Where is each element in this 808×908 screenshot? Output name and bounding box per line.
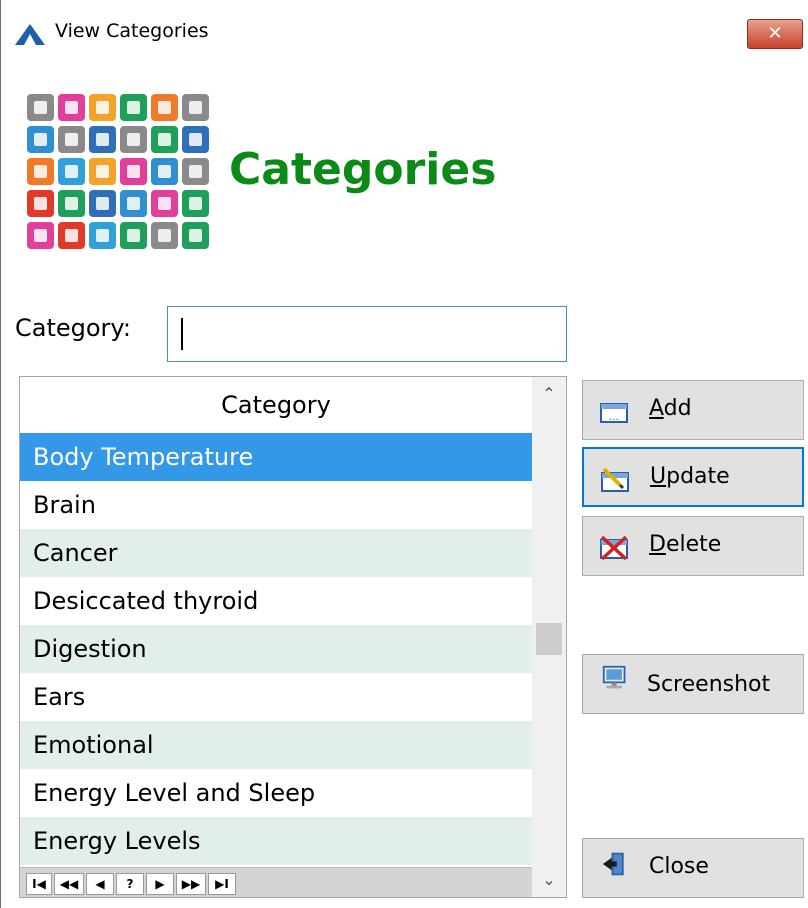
table-row[interactable]: Desiccated thyroid — [20, 577, 532, 625]
nav-help-button[interactable]: ? — [116, 873, 144, 895]
category-tile-glyph — [127, 133, 140, 146]
category-tile-glyph — [65, 229, 78, 242]
nav-prev-button[interactable]: ◀ — [86, 873, 114, 895]
category-input[interactable] — [167, 306, 567, 362]
category-tile-glyph — [65, 101, 78, 114]
nav-next-button[interactable]: ▶ — [146, 873, 174, 895]
column-header-category[interactable]: Category — [20, 377, 532, 431]
screenshot-button[interactable]: Screenshot — [582, 654, 804, 714]
category-tile-glyph — [34, 101, 47, 114]
category-tile-glyph — [189, 197, 202, 210]
category-tile-glyph — [96, 165, 109, 178]
record-navigator: I◀ ◀◀ ◀ ? ▶ ▶▶ ▶I — [20, 867, 532, 897]
category-tile-glyph — [65, 133, 78, 146]
category-tile-glyph — [189, 229, 202, 242]
app-logo-icon — [15, 24, 45, 45]
close-icon[interactable]: ✕ — [767, 23, 782, 44]
category-tile-glyph — [158, 165, 171, 178]
category-tile-glyph — [65, 197, 78, 210]
category-tile-glyph — [189, 165, 202, 178]
nav-next-page-button[interactable]: ▶▶ — [176, 873, 206, 895]
table-row[interactable]: Energy Level and Sleep — [20, 769, 532, 817]
add-button-label: Add — [649, 396, 692, 421]
category-tile-glyph — [158, 133, 171, 146]
close-button[interactable]: Close — [582, 838, 804, 898]
category-label: Category: — [15, 314, 131, 342]
delete-button[interactable]: Delete — [582, 516, 804, 576]
nav-prev-page-button[interactable]: ◀◀ — [54, 873, 84, 895]
category-tile-glyph — [34, 165, 47, 178]
category-tile-glyph — [96, 229, 109, 242]
category-tile-glyph — [127, 229, 140, 242]
screenshot-button-label: Screenshot — [647, 672, 771, 697]
table-row[interactable]: Digestion — [20, 625, 532, 673]
edit-record-icon — [601, 467, 629, 492]
window-title: View Categories — [55, 20, 209, 42]
add-button[interactable]: … Add — [582, 380, 804, 440]
scroll-down-icon[interactable]: ⌄ — [532, 865, 566, 895]
screenshot-icon — [602, 665, 626, 689]
close-button-label: Close — [649, 854, 709, 879]
delete-button-label: Delete — [649, 532, 722, 557]
category-tile-glyph — [158, 229, 171, 242]
category-tile-glyph — [65, 165, 78, 178]
update-button[interactable]: Update — [582, 447, 804, 507]
category-tile-glyph — [96, 101, 109, 114]
category-tile-glyph — [189, 101, 202, 114]
category-tile-glyph — [127, 101, 140, 114]
table-row[interactable]: Energy Levels — [20, 817, 532, 865]
category-tile-glyph — [189, 133, 202, 146]
scrollbar-thumb[interactable] — [536, 623, 562, 655]
exit-door-icon — [602, 852, 624, 876]
categories-grid[interactable]: Category Body Temperature Brain Cancer D… — [19, 376, 567, 898]
svg-text:…: … — [609, 412, 619, 423]
category-tile-glyph — [127, 165, 140, 178]
vertical-scrollbar[interactable]: ⌃ ⌄ — [532, 377, 566, 897]
category-tile-glyph — [34, 197, 47, 210]
title-bar: View Categories ✕ — [1, 0, 808, 70]
scroll-up-icon[interactable]: ⌃ — [532, 379, 566, 409]
update-button-label: Update — [650, 464, 730, 489]
view-categories-window: View Categories ✕ Categories Category: C… — [0, 0, 808, 908]
category-tile-glyph — [96, 133, 109, 146]
category-tile-glyph — [34, 229, 47, 242]
page-title: Categories — [229, 144, 497, 195]
table-row[interactable]: Brain — [20, 481, 532, 529]
nav-first-button[interactable]: I◀ — [26, 873, 52, 895]
table-row[interactable]: Body Temperature — [20, 433, 532, 481]
category-tile-glyph — [96, 197, 109, 210]
nav-last-button[interactable]: ▶I — [208, 873, 236, 895]
category-tile-glyph — [158, 197, 171, 210]
category-tile-glyph — [34, 133, 47, 146]
categories-logo-icon — [27, 94, 209, 249]
category-tile-glyph — [158, 101, 171, 114]
table-row[interactable]: Cancer — [20, 529, 532, 577]
table-row[interactable]: Ears — [20, 673, 532, 721]
grid-rows: Body Temperature Brain Cancer Desiccated… — [20, 433, 532, 865]
category-tile-glyph — [127, 197, 140, 210]
add-record-icon: … — [600, 403, 628, 423]
close-window-button[interactable]: ✕ — [747, 19, 803, 49]
text-caret — [181, 318, 183, 350]
table-row[interactable]: Emotional — [20, 721, 532, 769]
delete-record-icon — [600, 535, 628, 561]
